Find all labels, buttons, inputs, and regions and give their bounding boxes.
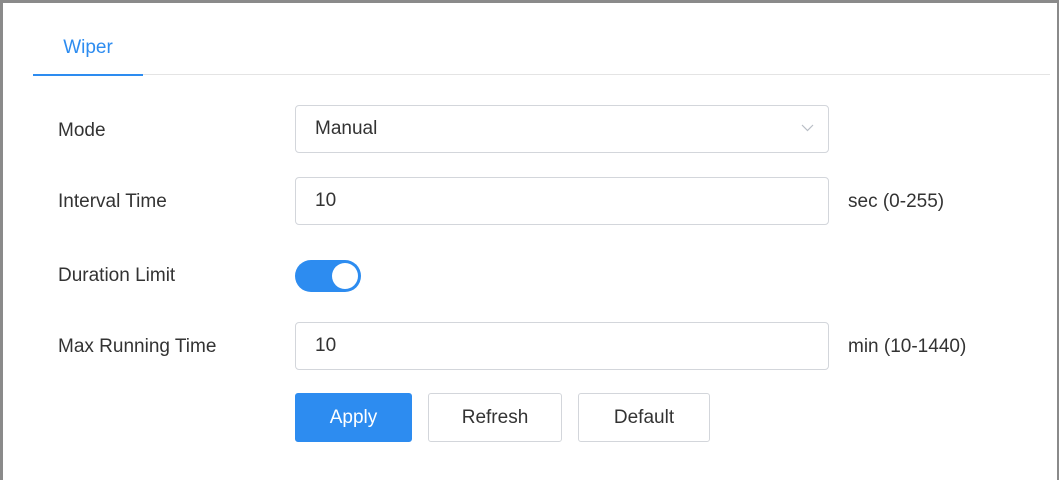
max-running-time-label: Max Running Time: [58, 336, 217, 357]
toggle-knob: [332, 263, 358, 289]
apply-button-label: Apply: [329, 406, 378, 428]
active-tab-indicator: [33, 74, 143, 76]
tab-bar: Wiper: [33, 25, 1050, 76]
apply-button[interactable]: Apply: [295, 393, 412, 442]
interval-time-value: 10: [315, 190, 337, 211]
duration-limit-toggle[interactable]: [295, 260, 361, 292]
max-running-time-input[interactable]: 10: [295, 322, 829, 370]
mode-label: Mode: [58, 120, 106, 141]
tab-wiper-label: Wiper: [63, 37, 113, 58]
duration-limit-label: Duration Limit: [58, 265, 176, 286]
max-running-time-unit: min (10-1440): [848, 336, 967, 357]
refresh-button-label: Refresh: [461, 406, 529, 428]
wiper-settings-panel: Wiper Mode Manual Interval Time 10 sec (…: [0, 0, 1059, 480]
mode-select-value: Manual: [315, 118, 378, 139]
interval-time-label: Interval Time: [58, 191, 167, 212]
default-button[interactable]: Default: [578, 393, 710, 442]
interval-time-input[interactable]: 10: [295, 177, 829, 225]
tab-wiper[interactable]: Wiper: [33, 25, 143, 76]
default-button-label: Default: [613, 406, 675, 428]
refresh-button[interactable]: Refresh: [428, 393, 562, 442]
interval-time-unit: sec (0-255): [848, 191, 945, 212]
mode-select[interactable]: Manual: [295, 105, 829, 153]
chevron-down-icon[interactable]: [801, 124, 814, 132]
max-running-time-value: 10: [315, 335, 337, 356]
